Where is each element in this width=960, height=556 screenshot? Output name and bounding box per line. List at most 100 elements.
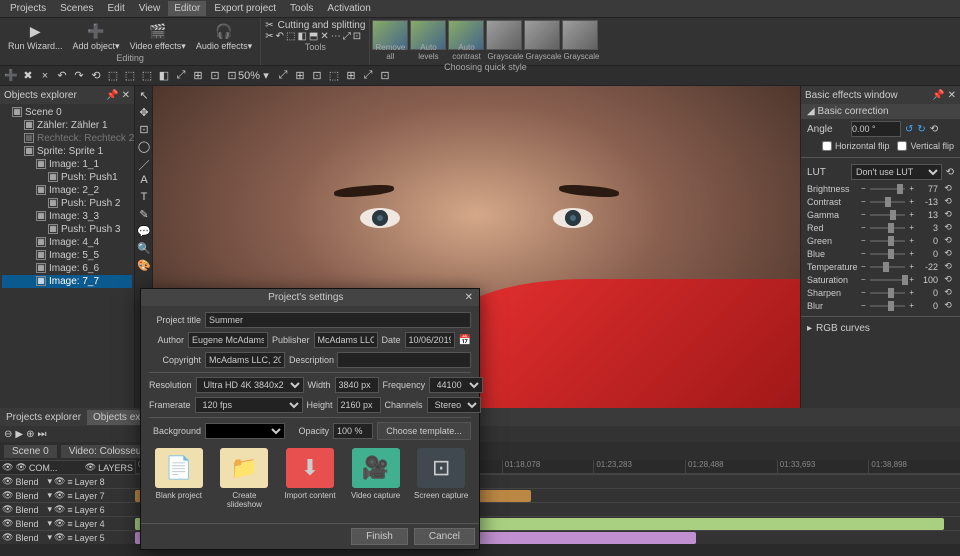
reset-icon[interactable]: ⟲ [942, 287, 954, 298]
eye-icon[interactable]: 👁 [2, 504, 13, 515]
resolution-select[interactable]: Ultra HD 4K 3840x2160 pixels (16:9) [196, 377, 304, 393]
action-icon[interactable]: ↶ [55, 69, 69, 83]
eye-icon[interactable]: 👁 [54, 532, 65, 543]
reset-icon[interactable]: ⟲ [942, 300, 954, 311]
ribbon-video-effects-[interactable]: 🎬Video effects▾ [126, 20, 190, 53]
tree-item[interactable]: ▦Image: 7_7 [2, 275, 132, 288]
layer-name[interactable]: Layer 5 [75, 533, 105, 543]
canvas-tool-icon[interactable]: ↖ [137, 89, 151, 103]
layer-name[interactable]: Layer 4 [75, 519, 105, 529]
action-icon[interactable]: ⊡ [378, 69, 392, 83]
action-icon[interactable]: ◧ [157, 69, 171, 83]
hflip-check[interactable] [822, 141, 832, 151]
timeline-tab[interactable]: Scene 0 [4, 445, 57, 458]
framerate-select[interactable]: 120 fps [195, 397, 303, 413]
action-icon[interactable]: ✖ [21, 69, 35, 83]
card-create-slideshow[interactable]: 📁Create slideshow [215, 448, 275, 509]
action-icon[interactable]: ⊞ [344, 69, 358, 83]
pin-icon[interactable]: 📌 [106, 90, 118, 101]
action-icon[interactable]: ⤢ [361, 69, 375, 83]
tool-icon[interactable]: ↶ [276, 31, 284, 42]
slider-gamma[interactable] [870, 214, 906, 216]
author-input[interactable] [188, 332, 268, 348]
action-icon[interactable]: ⬚ [140, 69, 154, 83]
tree-item[interactable]: ▦Scene 0 [2, 106, 132, 119]
layer-name[interactable]: Layer 8 [75, 477, 105, 487]
reset-icon[interactable]: ⟲ [942, 209, 954, 220]
lower-tab[interactable]: Projects explorer [0, 410, 87, 425]
tool-icon[interactable]: ⋯ [331, 31, 341, 42]
rotate-ccw-icon[interactable]: ↺ [905, 124, 913, 135]
reset-icon[interactable]: ⟲ [942, 274, 954, 285]
tree-item[interactable]: ▦Zähler: Zähler 1 [2, 119, 132, 132]
play-icon[interactable]: ▶ [15, 429, 23, 440]
menu-edit[interactable]: Edit [101, 1, 130, 16]
slider-contrast[interactable] [870, 201, 906, 203]
close-icon[interactable]: ✕ [122, 90, 130, 101]
layer-name[interactable]: Layer 7 [75, 491, 105, 501]
lut-select[interactable]: Don't use LUT [851, 164, 942, 180]
menu-projects[interactable]: Projects [4, 1, 52, 16]
project-title-input[interactable] [205, 312, 471, 328]
menu-activation[interactable]: Activation [321, 1, 376, 16]
cancel-button[interactable]: Cancel [414, 528, 475, 545]
rgb-curves-header[interactable]: RGB curves [816, 323, 870, 334]
eye-icon[interactable]: 👁 [54, 490, 65, 501]
eye-icon[interactable]: 👁 [2, 476, 13, 487]
scissors-icon[interactable]: ✂ [265, 20, 273, 31]
layer-name[interactable]: Layer 6 [75, 505, 105, 515]
canvas-tool-icon[interactable]: ✥ [137, 106, 151, 120]
canvas-tool-icon[interactable]: ⊡ [137, 123, 151, 137]
quickstyle-grayscale[interactable]: Grayscale [524, 20, 560, 50]
action-icon[interactable]: ⊞ [191, 69, 205, 83]
quickstyle-remove-all[interactable]: Remove all [372, 20, 408, 50]
ribbon-run-wizard---[interactable]: ▶Run Wizard... [4, 20, 67, 53]
tree-item[interactable]: ▦Rechteck: Rechteck 2 [2, 132, 132, 145]
rotate-cw-icon[interactable]: ↻ [917, 124, 925, 135]
prev-icon[interactable]: ⊖ [4, 429, 12, 440]
reset-icon[interactable]: ⟲ [942, 183, 954, 194]
slider-blue[interactable] [870, 253, 906, 255]
tool-icon[interactable]: ⤢ [343, 31, 351, 42]
eye-icon[interactable]: 👁 [2, 490, 13, 501]
menu-export-project[interactable]: Export project [208, 1, 282, 16]
channels-select[interactable]: Stereo [427, 397, 481, 413]
close-icon[interactable]: ✕ [948, 90, 956, 101]
tool-icon[interactable]: ⊡ [353, 31, 361, 42]
background-select[interactable] [205, 423, 285, 439]
next-icon[interactable]: ⊕ [26, 429, 34, 440]
tree-item[interactable]: ▦Image: 6_6 [2, 262, 132, 275]
eye-icon[interactable]: 👁 [2, 532, 13, 543]
tree-item[interactable]: ▦Push: Push 3 [2, 223, 132, 236]
slider-saturation[interactable] [870, 279, 906, 281]
action-icon[interactable]: ⬚ [123, 69, 137, 83]
slider-brightness[interactable] [870, 188, 906, 190]
canvas-tool-icon[interactable]: A [137, 174, 151, 188]
action-icon[interactable]: ⊡ [225, 69, 239, 83]
menu-editor[interactable]: Editor [168, 1, 206, 16]
canvas-tool-icon[interactable]: 💬 [137, 225, 151, 239]
eye-icon[interactable]: 👁 [15, 462, 26, 473]
menu-tools[interactable]: Tools [284, 1, 319, 16]
quickstyle-auto-contrast[interactable]: Auto contrast [448, 20, 484, 50]
action-icon[interactable]: ⟲ [89, 69, 103, 83]
slider-temperature[interactable] [870, 266, 906, 268]
tree-item[interactable]: ▦Image: 1_1 [2, 158, 132, 171]
action-icon[interactable]: ⊡ [310, 69, 324, 83]
publisher-input[interactable] [314, 332, 378, 348]
slider-red[interactable] [870, 227, 906, 229]
reset-icon[interactable]: ⟲ [942, 261, 954, 272]
tree-item[interactable]: ▦Sprite: Sprite 1 [2, 145, 132, 158]
opacity-input[interactable] [333, 423, 373, 439]
slider-blur[interactable] [870, 305, 906, 307]
tool-icon[interactable]: ◧ [297, 31, 306, 42]
end-icon[interactable]: ⏭ [37, 429, 46, 440]
reset-icon[interactable]: ⟲ [942, 222, 954, 233]
action-icon[interactable]: ▾ [259, 69, 273, 83]
slider-sharpen[interactable] [870, 292, 906, 294]
quickstyle-grayscale[interactable]: Grayscale [562, 20, 598, 50]
canvas-tool-icon[interactable]: 🔍 [137, 242, 151, 256]
action-icon[interactable]: ⬚ [106, 69, 120, 83]
card-video-capture[interactable]: 🎥Video capture [346, 448, 406, 509]
action-icon[interactable]: ↷ [72, 69, 86, 83]
